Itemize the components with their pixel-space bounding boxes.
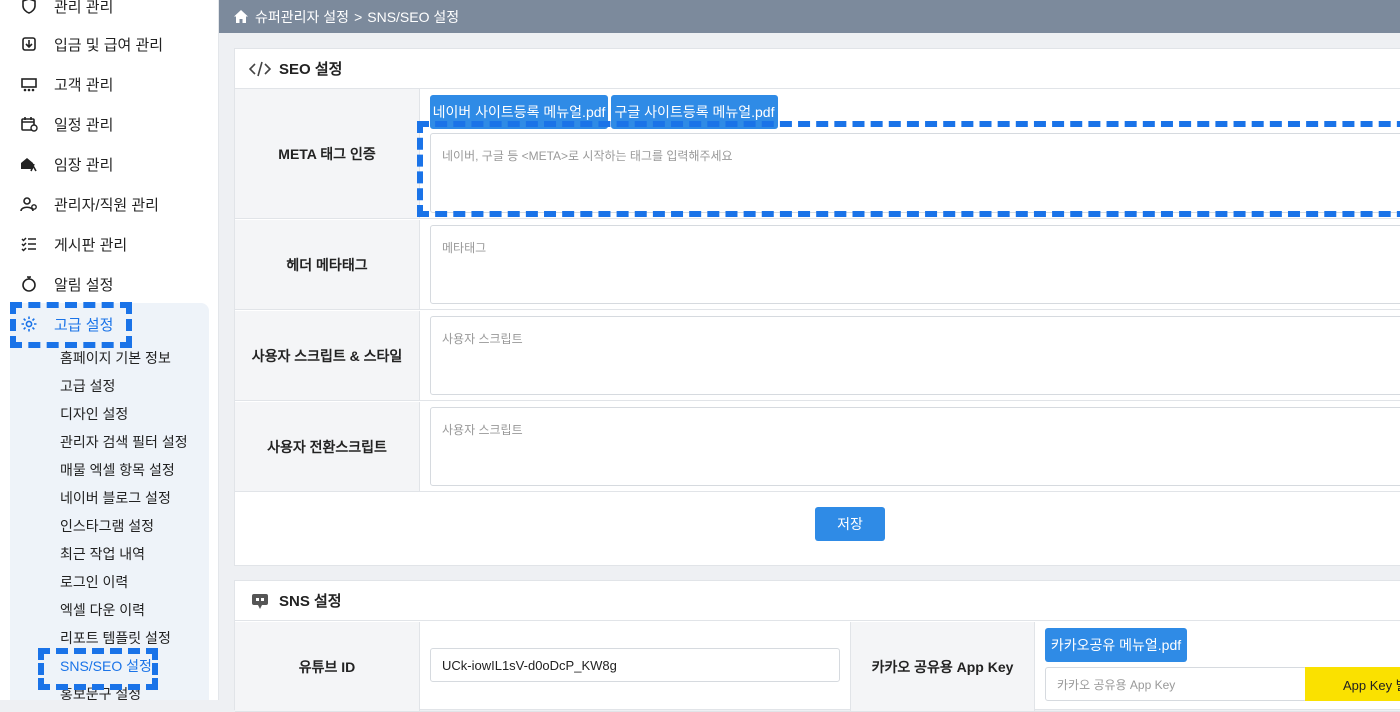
sidebar-item-visit[interactable]: 임장 관리 xyxy=(20,152,113,176)
sidebar-item-manage[interactable]: 관리 관리 xyxy=(20,0,113,18)
header-meta-label: 헤더 메타태그 xyxy=(235,220,420,309)
breadcrumb-current: SNS/SEO 설정 xyxy=(367,8,460,25)
sub-item-advanced[interactable]: 고급 설정 xyxy=(60,376,115,396)
sidebar-item-label: 알림 설정 xyxy=(54,276,114,294)
sidebar-item-label: 고급 설정 xyxy=(54,316,114,334)
sub-item-homepage-info[interactable]: 홈페이지 기본 정보 xyxy=(60,348,171,368)
sub-item-design[interactable]: 디자인 설정 xyxy=(60,404,128,424)
sub-item-instagram[interactable]: 인스타그램 설정 xyxy=(60,516,154,536)
seo-title: SEO 설정 xyxy=(279,61,343,78)
conversion-script-textarea[interactable]: 사용자 스크립트 xyxy=(430,407,1400,486)
sidebar-item-customers[interactable]: 고객 관리 xyxy=(20,72,113,96)
sub-item-sns-seo[interactable]: SNS/SEO 설정 xyxy=(60,656,152,676)
header-meta-textarea[interactable]: 메타태그 xyxy=(430,225,1400,304)
breadcrumb-separator: > xyxy=(354,8,363,25)
gear-icon xyxy=(20,315,38,333)
meta-tag-textarea[interactable]: 네이버, 구글 등 <META>로 시작하는 태그를 입력해주세요 xyxy=(430,133,1400,213)
sidebar-item-label: 일정 관리 xyxy=(54,116,114,134)
seo-card: SEO 설정 META 태그 인증 네이버 사이트등록 메뉴얼.pdf 구글 사… xyxy=(234,48,1400,566)
sns-card: SNS 설정 유튜브 ID 카카오 공유용 App Key UCk-iowIL1… xyxy=(234,580,1400,712)
users-icon xyxy=(20,75,38,93)
list-icon xyxy=(20,235,38,253)
chat-bot-icon xyxy=(249,592,271,610)
sidebar-item-advanced[interactable]: 고급 설정 xyxy=(20,312,113,336)
user-script-label: 사용자 스크립트 & 스타일 xyxy=(235,311,420,400)
calendar-icon xyxy=(20,115,38,133)
sub-item-report-template[interactable]: 리포트 템플릿 설정 xyxy=(60,628,171,648)
sub-item-promo-text[interactable]: 홍보문구 설정 xyxy=(60,684,141,700)
kakao-key-input[interactable]: 카카오 공유용 App Key xyxy=(1045,667,1307,701)
shield-icon xyxy=(20,0,38,15)
seo-card-header: SEO 설정 xyxy=(235,49,1400,89)
breadcrumb: 슈퍼관리자 설정 > SNS/SEO 설정 xyxy=(219,0,1400,33)
sidebar-item-label: 고객 관리 xyxy=(54,76,114,94)
naver-manual-button[interactable]: 네이버 사이트등록 메뉴얼.pdf xyxy=(430,95,608,129)
sub-item-login-history[interactable]: 로그인 이력 xyxy=(60,572,128,592)
sns-card-header: SNS 설정 xyxy=(235,581,1400,621)
youtube-id-label: 유튜브 ID xyxy=(235,622,420,711)
home-icon[interactable] xyxy=(233,9,249,25)
sidebar-item-notify[interactable]: 알림 설정 xyxy=(20,272,113,296)
sidebar: 관리 관리 입금 및 급여 관리 고객 관리 일정 관리 임장 관리 관리자/직… xyxy=(0,0,219,700)
sidebar-item-label: 관리자/직원 관리 xyxy=(54,196,159,214)
youtube-id-input[interactable]: UCk-iowIL1sV-d0oDcP_KW8g xyxy=(430,648,840,682)
wallet-icon xyxy=(20,35,38,53)
sub-item-excel-fields[interactable]: 매물 엑셀 항목 설정 xyxy=(60,460,175,480)
user-gear-icon xyxy=(20,195,38,213)
sidebar-item-board[interactable]: 게시판 관리 xyxy=(20,232,127,256)
sidebar-item-staff[interactable]: 관리자/직원 관리 xyxy=(20,192,159,216)
kakao-manual-button[interactable]: 카카오공유 메뉴얼.pdf xyxy=(1045,628,1187,662)
sub-item-recent-work[interactable]: 최근 작업 내역 xyxy=(60,544,145,564)
code-icon xyxy=(249,60,271,78)
user-script-textarea[interactable]: 사용자 스크립트 xyxy=(430,316,1400,395)
bell-icon xyxy=(20,275,38,293)
kakao-key-button[interactable]: App Key 발 xyxy=(1305,667,1400,701)
sub-item-excel-download[interactable]: 엑셀 다운 이력 xyxy=(60,600,145,620)
sidebar-item-payment[interactable]: 입금 및 급여 관리 xyxy=(20,32,163,56)
home-walk-icon xyxy=(20,155,38,173)
sub-item-naver-blog[interactable]: 네이버 블로그 설정 xyxy=(60,488,171,508)
sidebar-item-label: 관리 관리 xyxy=(54,0,114,16)
sidebar-item-schedule[interactable]: 일정 관리 xyxy=(20,112,113,136)
meta-tag-label: META 태그 인증 xyxy=(235,89,420,218)
sns-title: SNS 설정 xyxy=(279,593,342,610)
save-button[interactable]: 저장 xyxy=(815,507,885,541)
sidebar-item-label: 게시판 관리 xyxy=(54,236,128,254)
google-manual-button[interactable]: 구글 사이트등록 메뉴얼.pdf xyxy=(611,95,778,129)
conversion-script-label: 사용자 전환스크립트 xyxy=(235,402,420,491)
breadcrumb-parent[interactable]: 슈퍼관리자 설정 xyxy=(255,7,349,27)
sidebar-item-label: 임장 관리 xyxy=(54,156,114,174)
sidebar-item-label: 입금 및 급여 관리 xyxy=(54,36,164,54)
kakao-key-label: 카카오 공유용 App Key xyxy=(850,622,1035,711)
sub-item-search-filter[interactable]: 관리자 검색 필터 설정 xyxy=(60,432,188,452)
